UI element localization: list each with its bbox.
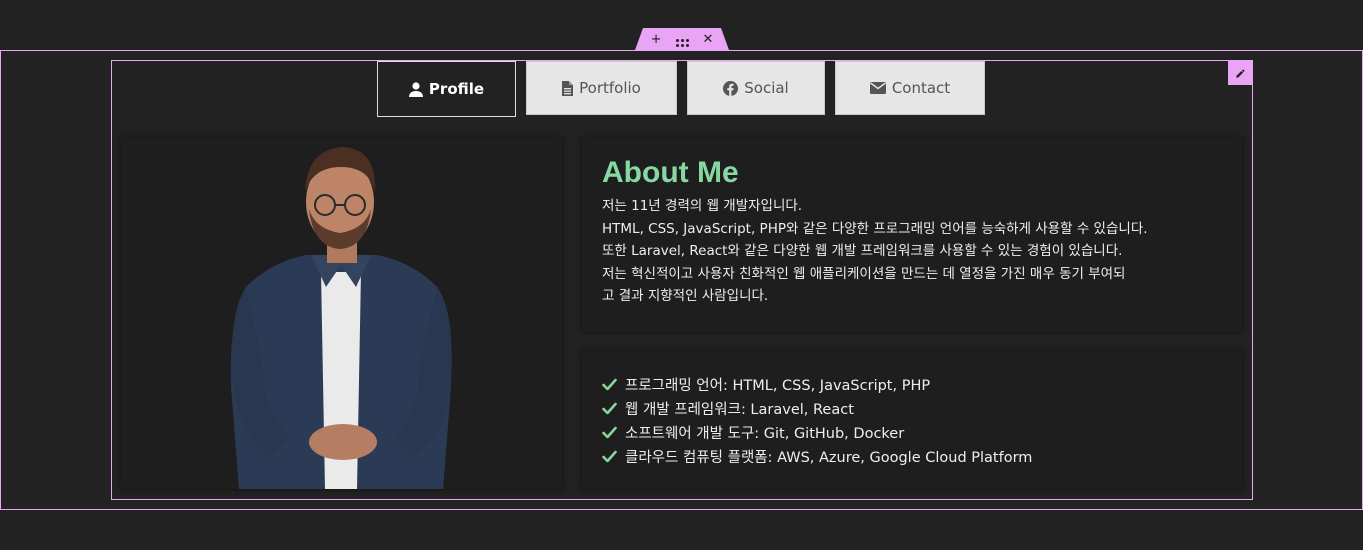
tab-contact[interactable]: Contact [835,61,985,115]
about-line: 또한 Laravel, React와 같은 다양한 웹 개발 프레임워크를 사용… [602,243,1123,259]
skill-label: 소프트웨어 개발 도구: Git, GitHub, Docker [625,425,905,442]
check-icon [602,426,617,438]
column-container: Profile Portfolio Social Contact About M… [111,60,1253,500]
about-line: HTML, CSS, JavaScript, PHP와 같은 다양한 프로그래밍… [602,220,1148,237]
facebook-icon [723,80,739,96]
skills-card: 프로그래밍 언어: HTML, CSS, JavaScript, PHP 웹 개… [582,351,1242,489]
tab-label: Social [744,79,789,97]
pencil-icon[interactable] [1228,61,1252,85]
tab-bar: Profile Portfolio Social Contact [377,61,985,117]
tab-portfolio[interactable]: Portfolio [526,61,677,115]
about-text: 저는 11년 경력의 웹 개발자입니다. HTML, CSS, JavaScri… [602,195,1222,308]
skill-label: 프로그래밍 언어: HTML, CSS, JavaScript, PHP [625,377,931,394]
skill-label: 클라우드 컴퓨팅 플랫폼: AWS, Azure, Google Cloud P… [625,449,1033,466]
close-icon[interactable]: ✕ [703,33,714,46]
about-line: 저는 혁신적이고 사용자 친화적인 웹 애플리케이션을 만드는 데 열정을 가진… [602,265,1126,282]
skill-item: 웹 개발 프레임워크: Laravel, React [602,396,1222,420]
file-icon [562,80,574,96]
profile-photo-card [121,137,562,489]
section-handle[interactable]: + ✕ [635,28,729,50]
tab-label: Portfolio [579,79,641,97]
drag-dots-icon[interactable] [675,32,689,47]
check-icon [602,378,617,390]
check-icon [602,450,617,462]
about-card: About Me 저는 11년 경력의 웹 개발자입니다. HTML, CSS,… [582,137,1242,332]
tab-label: Contact [891,79,951,97]
skill-label: 웹 개발 프레임워크: Laravel, React [625,401,854,418]
skill-item: 소프트웨어 개발 도구: Git, GitHub, Docker [602,420,1222,444]
tab-label: Profile [428,80,485,98]
tab-profile[interactable]: Profile [377,61,516,117]
skill-item: 클라우드 컴퓨팅 플랫폼: AWS, Azure, Google Cloud P… [602,444,1222,468]
about-title: About Me [602,156,739,189]
about-line: 고 결과 지향적인 사람입니다. [602,288,769,304]
envelope-icon [869,82,886,94]
skill-item: 프로그래밍 언어: HTML, CSS, JavaScript, PHP [602,372,1222,396]
profile-photo [230,147,452,489]
about-line: 저는 11년 경력의 웹 개발자입니다. [602,198,803,214]
plus-icon[interactable]: + [651,33,662,46]
user-icon [408,81,423,97]
check-icon [602,402,617,414]
tab-social[interactable]: Social [687,61,825,115]
